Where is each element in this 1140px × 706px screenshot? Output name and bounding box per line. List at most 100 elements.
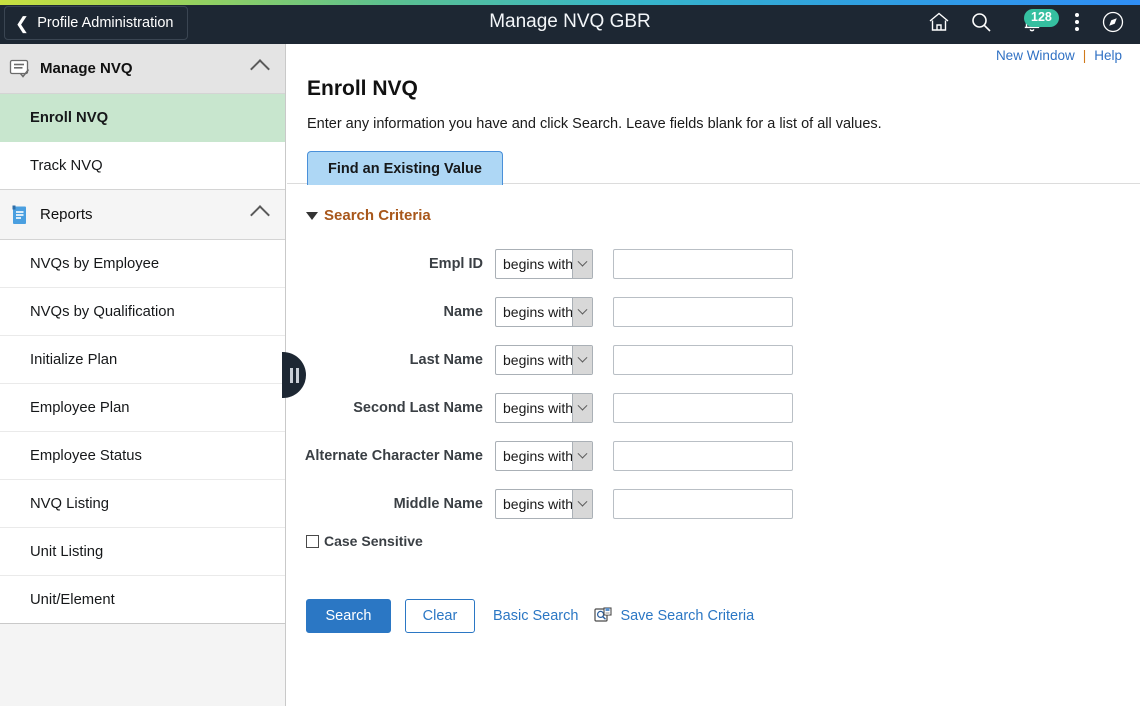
operator-select-alternate-character-name[interactable]: begins with (495, 441, 593, 471)
page-utility-links: New Window | Help (996, 48, 1122, 63)
tab-label: Find an Existing Value (328, 161, 482, 177)
operator-select-empl-id[interactable]: begins with (495, 249, 593, 279)
search-actions: Search Clear Basic Search Save Search Cr… (306, 599, 754, 633)
search-row-alternate-character-name: Alternate Character Name begins with (287, 432, 1140, 480)
search-row-middle-name: Middle Name begins with (287, 480, 1140, 528)
search-input-empl-id[interactable] (613, 249, 793, 279)
notifications-button[interactable]: 128 (1004, 2, 1060, 42)
chevron-left-icon: ❮ (15, 15, 29, 32)
search-input-middle-name[interactable] (613, 489, 793, 519)
search-row-second-last-name: Second Last Name begins with (287, 384, 1140, 432)
search-row-name: Name begins with (287, 288, 1140, 336)
sidebar-group-reports[interactable]: Reports (0, 190, 285, 240)
search-input-last-name[interactable] (613, 345, 793, 375)
back-button[interactable]: ❮ Profile Administration (4, 6, 188, 40)
case-sensitive-checkbox[interactable]: Case Sensitive (306, 533, 423, 549)
sidebar-item-unit-listing[interactable]: Unit Listing (0, 528, 285, 576)
new-window-link[interactable]: New Window (996, 48, 1075, 63)
sidebar-item-label: Enroll NVQ (30, 110, 108, 126)
sidebar-item-label: Initialize Plan (30, 352, 117, 368)
field-label: Last Name (287, 352, 495, 368)
operator-value: begins with (496, 352, 573, 368)
operator-value: begins with (496, 496, 573, 512)
link-separator: | (1083, 48, 1087, 63)
sidebar-item-label: NVQs by Employee (30, 256, 159, 272)
sidebar: Manage NVQ Enroll NVQ Track NVQ Reports (0, 44, 286, 706)
sidebar-item-nvqs-by-employee[interactable]: NVQs by Employee (0, 240, 285, 288)
search-button[interactable]: Search (306, 599, 391, 633)
header-actions: 128 (920, 0, 1132, 44)
clipboard-icon (6, 202, 34, 228)
operator-value: begins with (496, 400, 573, 416)
tab-find-an-existing-value[interactable]: Find an Existing Value (307, 151, 503, 185)
sidebar-item-label: NVQs by Qualification (30, 304, 175, 320)
search-input-name[interactable] (613, 297, 793, 327)
operator-select-name[interactable]: begins with (495, 297, 593, 327)
help-link[interactable]: Help (1094, 48, 1122, 63)
operator-select-middle-name[interactable]: begins with (495, 489, 593, 519)
search-criteria-form: Empl ID begins with Name begins with Las… (287, 240, 1140, 528)
search-input-second-last-name[interactable] (613, 393, 793, 423)
sidebar-item-label: Unit/Element (30, 592, 115, 608)
back-button-label: Profile Administration (37, 15, 173, 31)
chevron-down-icon (572, 442, 592, 470)
field-label: Second Last Name (287, 400, 495, 416)
compass-icon[interactable] (1094, 2, 1132, 42)
basic-search-link[interactable]: Basic Search (493, 608, 578, 624)
sidebar-group-manage-nvq[interactable]: Manage NVQ (0, 44, 285, 94)
search-criteria-header[interactable]: Search Criteria (306, 207, 431, 224)
notifications-badge: 128 (1024, 9, 1059, 27)
operator-select-second-last-name[interactable]: begins with (495, 393, 593, 423)
sidebar-item-track-nvq[interactable]: Track NVQ (0, 142, 285, 190)
form-check-icon (6, 56, 34, 82)
operator-value: begins with (496, 448, 573, 464)
operator-select-last-name[interactable]: begins with (495, 345, 593, 375)
home-icon[interactable] (920, 2, 958, 42)
chevron-down-icon (572, 490, 592, 518)
sidebar-item-initialize-plan[interactable]: Initialize Plan (0, 336, 285, 384)
tab-strip: Find an Existing Value (287, 147, 1140, 184)
sidebar-item-employee-status[interactable]: Employee Status (0, 432, 285, 480)
clear-button[interactable]: Clear (405, 599, 475, 633)
sidebar-item-label: NVQ Listing (30, 496, 109, 512)
chevron-down-icon (572, 298, 592, 326)
sidebar-item-label: Employee Status (30, 448, 142, 464)
kebab-menu-icon[interactable] (1064, 2, 1090, 42)
search-row-empl-id: Empl ID begins with (287, 240, 1140, 288)
search-icon[interactable] (962, 2, 1000, 42)
field-label: Empl ID (287, 256, 495, 272)
case-sensitive-label: Case Sensitive (324, 533, 423, 549)
chevron-down-icon (572, 394, 592, 422)
chevron-down-icon (572, 346, 592, 374)
checkbox-box[interactable] (306, 535, 319, 548)
field-label: Middle Name (287, 496, 495, 512)
chevron-up-icon (250, 59, 270, 79)
sidebar-item-employee-plan[interactable]: Employee Plan (0, 384, 285, 432)
operator-value: begins with (496, 256, 573, 272)
search-row-last-name: Last Name begins with (287, 336, 1140, 384)
sidebar-item-label: Track NVQ (30, 158, 103, 174)
field-label: Alternate Character Name (287, 448, 495, 464)
sidebar-group-label: Reports (40, 206, 253, 223)
operator-value: begins with (496, 304, 573, 320)
sidebar-nav-list: Manage NVQ Enroll NVQ Track NVQ Reports (0, 44, 285, 624)
brand-gradient-strip (0, 0, 1140, 5)
sidebar-item-nvq-listing[interactable]: NVQ Listing (0, 480, 285, 528)
save-search-icon[interactable] (594, 607, 612, 625)
search-criteria-title: Search Criteria (324, 207, 431, 224)
app-header: ❮ Profile Administration Manage NVQ GBR (0, 0, 1140, 44)
save-search-criteria-link[interactable]: Save Search Criteria (620, 608, 754, 624)
main-content: New Window | Help Enroll NVQ Enter any i… (287, 44, 1140, 706)
field-label: Name (287, 304, 495, 320)
sidebar-item-unit-element[interactable]: Unit/Element (0, 576, 285, 624)
triangle-down-icon (306, 212, 318, 220)
sidebar-item-enroll-nvq[interactable]: Enroll NVQ (0, 94, 285, 142)
sidebar-item-label: Unit Listing (30, 544, 103, 560)
chevron-up-icon (250, 205, 270, 225)
page-instructions: Enter any information you have and click… (307, 116, 882, 132)
sidebar-group-label: Manage NVQ (40, 60, 253, 77)
sidebar-item-label: Employee Plan (30, 400, 130, 416)
search-input-alternate-character-name[interactable] (613, 441, 793, 471)
page-title: Enroll NVQ (307, 77, 418, 101)
sidebar-item-nvqs-by-qualification[interactable]: NVQs by Qualification (0, 288, 285, 336)
